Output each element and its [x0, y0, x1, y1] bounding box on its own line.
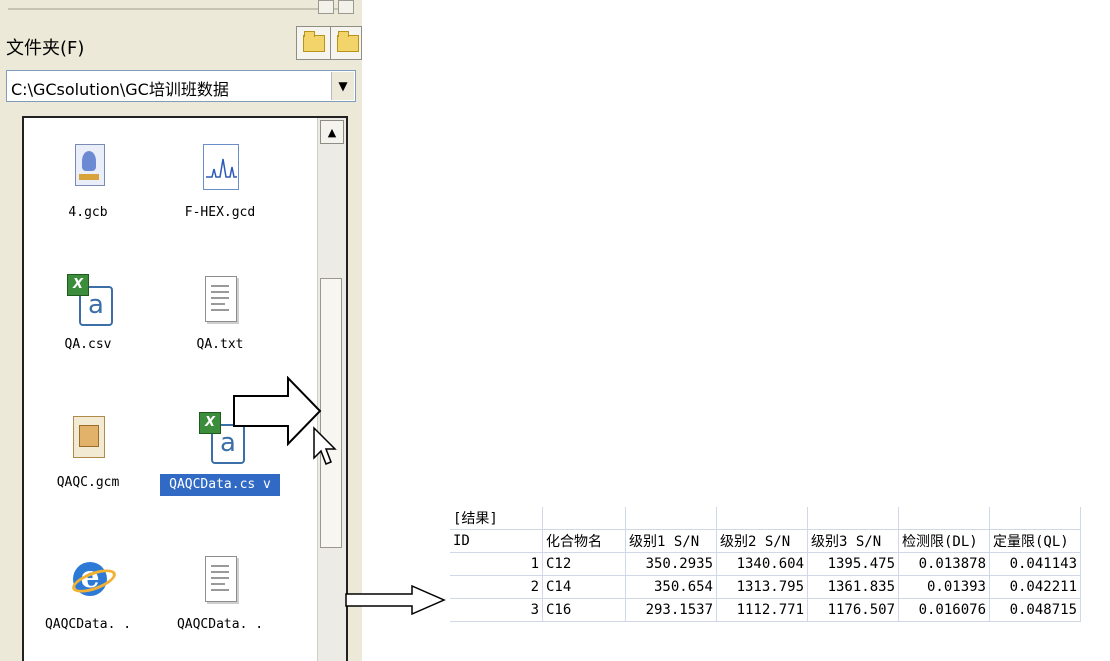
folder-label: 文件夹(F)	[6, 38, 85, 59]
gcm-file-icon	[65, 412, 111, 462]
file-item[interactable]: QAQC.gcm	[28, 412, 148, 492]
mouse-cursor-icon	[313, 426, 337, 465]
table-cell: 0.016076	[898, 598, 990, 622]
table-cell: 1361.835	[807, 575, 899, 599]
table-cell: 350.654	[625, 575, 717, 599]
table-cell: 1112.771	[716, 598, 808, 622]
table-row: 3 C16 293.1537 1112.771 1176.507 0.01607…	[450, 598, 1081, 622]
scroll-up-arrow-icon[interactable]: ▲	[320, 120, 344, 144]
file-name: QAQCData.cs v	[160, 474, 280, 496]
spreadsheet-excerpt: [结果] ID 化合物名 级别1 S/N 级别2 S/N 级别3 S/N 检测限…	[450, 507, 1110, 661]
scroll-up-box[interactable]	[338, 0, 354, 14]
column-header: 化合物名	[542, 529, 626, 553]
file-name: F-HEX.gcd	[184, 205, 256, 220]
column-header: ID	[450, 529, 543, 553]
column-header: 级别3 S/N	[807, 529, 899, 553]
file-name: QA.csv	[64, 337, 112, 352]
excel-csv-icon: aX	[65, 274, 113, 326]
file-item[interactable]: aX QA.csv	[28, 274, 148, 354]
chromatogram-file-icon	[197, 142, 243, 192]
dropdown-arrow-icon[interactable]: ▼	[331, 72, 354, 100]
column-header: 级别2 S/N	[716, 529, 808, 553]
file-item[interactable]: F-HEX.gcd	[160, 142, 280, 222]
minimize-box[interactable]	[318, 0, 334, 14]
internet-explorer-icon: e	[65, 554, 119, 604]
file-item[interactable]: 4.gcb	[28, 142, 148, 222]
right-arrow-icon	[345, 584, 446, 616]
new-folder-button[interactable]	[330, 26, 362, 60]
table-header-row: ID 化合物名 级别1 S/N 级别2 S/N 级别3 S/N 检测限(DL) …	[450, 529, 1081, 553]
folder-icon	[337, 31, 359, 52]
right-arrow-icon	[233, 376, 322, 446]
table-cell: 0.048715	[989, 598, 1081, 622]
table-cell: 1176.507	[807, 598, 899, 622]
table-cell: C14	[542, 575, 626, 599]
file-item[interactable]: QA.txt	[160, 274, 280, 354]
column-header: 定量限(QL)	[989, 529, 1081, 553]
divider	[8, 8, 342, 10]
table-cell: 0.042211	[989, 575, 1081, 599]
path-combobox[interactable]: C:\GCsolution\GC培训班数据 ▼	[6, 70, 356, 102]
table-cell: 1313.795	[716, 575, 808, 599]
table-cell: C16	[542, 598, 626, 622]
file-item[interactable]: QAQCData. .	[160, 554, 280, 634]
table-cell: 350.2935	[625, 552, 717, 576]
path-value: C:\GCsolution\GC培训班数据	[11, 80, 229, 99]
table-row: 1 C12 350.2935 1340.604 1395.475 0.01387…	[450, 552, 1081, 576]
up-folder-button[interactable]	[296, 26, 332, 60]
table-cell: 0.041143	[989, 552, 1081, 576]
table-cell: 1395.475	[807, 552, 899, 576]
column-header: 级别1 S/N	[625, 529, 717, 553]
table-cell: 1340.604	[716, 552, 808, 576]
text-file-icon	[197, 274, 243, 324]
file-name: QAQC.gcm	[56, 475, 120, 490]
table-cell: 1	[450, 552, 543, 576]
sheet-title: [结果]	[450, 507, 543, 530]
table-row: 2 C14 350.654 1313.795 1361.835 0.01393 …	[450, 575, 1081, 599]
table-cell: 0.013878	[898, 552, 990, 576]
file-name: QAQCData. .	[44, 617, 132, 632]
file-browser-panel: 文件夹(F) C:\GCsolution\GC培训班数据 ▼ ▲ 4.gcb F…	[0, 0, 362, 661]
table-cell: C12	[542, 552, 626, 576]
title-strip	[0, 0, 362, 22]
gcb-file-icon	[65, 142, 111, 192]
table-cell: 2	[450, 575, 543, 599]
file-name: 4.gcb	[68, 205, 108, 220]
file-item[interactable]: e QAQCData. .	[28, 554, 148, 634]
table-cell: 3	[450, 598, 543, 622]
folder-up-icon	[303, 31, 325, 52]
file-name: QA.txt	[196, 337, 244, 352]
column-header: 检测限(DL)	[898, 529, 990, 553]
text-file-icon	[197, 554, 243, 604]
table-cell: 0.01393	[898, 575, 990, 599]
results-table: [结果] ID 化合物名 级别1 S/N 级别2 S/N 级别3 S/N 检测限…	[450, 507, 1081, 622]
table-cell: 293.1537	[625, 598, 717, 622]
file-name: QAQCData. .	[176, 617, 264, 632]
